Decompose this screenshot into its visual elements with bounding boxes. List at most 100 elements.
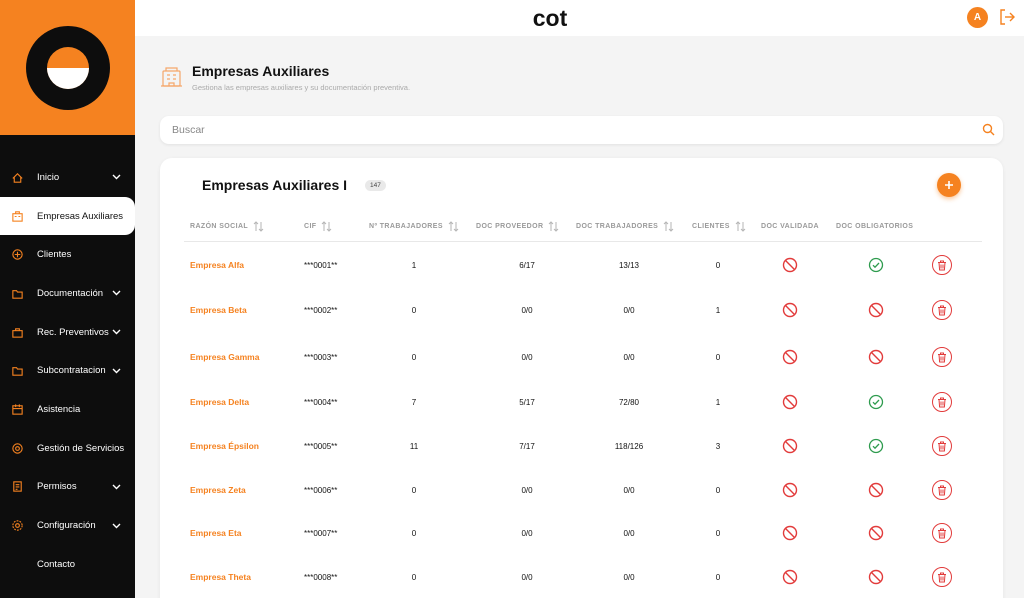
company-name-link[interactable]: Empresa Theta: [190, 555, 251, 598]
column-header[interactable]: Nº TRABAJADORES: [369, 218, 459, 234]
doc-proveedor-cell: 0/0: [521, 305, 533, 315]
search-icon[interactable]: [982, 123, 995, 136]
sidebar-item-configuración[interactable]: Configuración: [0, 506, 135, 545]
plus-icon: [945, 181, 953, 189]
company-name-link[interactable]: Empresa Gamma: [190, 335, 259, 379]
column-header[interactable]: CLIENTES: [692, 218, 746, 234]
folder-icon: [10, 364, 24, 378]
logout-icon[interactable]: [998, 8, 1016, 26]
cif-cell: ***0003**: [304, 352, 338, 362]
sidebar-item-gestión-de-servicios[interactable]: Gestión de Servicios: [0, 429, 135, 468]
doc-validada-status: [780, 555, 800, 598]
sort-icon[interactable]: [735, 220, 746, 232]
doc-obligatorios-status: [866, 511, 886, 555]
trash-icon: [938, 572, 946, 582]
sort-icon[interactable]: [448, 220, 459, 232]
delete-button[interactable]: [932, 567, 952, 587]
sidebar-item-clientes[interactable]: Clientes: [0, 235, 135, 274]
sidebar-item-rec-preventivos[interactable]: Rec. Preventivos: [0, 313, 135, 352]
sort-icon[interactable]: [253, 220, 264, 232]
table-row[interactable]: Empresa Épsilon ***0005** 11 7/17 118/126 3: [184, 424, 982, 468]
workers-cell: 7: [411, 397, 417, 407]
company-name-link[interactable]: Empresa Zeta: [190, 468, 246, 512]
company-name-link[interactable]: Empresa Beta: [190, 288, 247, 332]
workers-cell: 11: [409, 441, 419, 451]
sidebar-logo-area: [0, 0, 135, 135]
sidebar-item-asistencia[interactable]: Asistencia: [0, 390, 135, 429]
page-subtitle: Gestiona las empresas auxiliares y su do…: [192, 83, 411, 92]
cif-cell: ***0007**: [304, 528, 338, 538]
delete-button[interactable]: [932, 392, 952, 412]
column-header[interactable]: CIF: [304, 218, 332, 234]
company-name-link[interactable]: Empresa Delta: [190, 380, 249, 424]
chevron-down-icon[interactable]: [109, 174, 123, 180]
table-row[interactable]: Empresa Gamma ***0003** 0 0/0 0/0 0: [184, 335, 982, 379]
services-icon: [10, 441, 24, 455]
table-row[interactable]: Empresa Theta ***0008** 0 0/0 0/0 0: [184, 555, 982, 598]
delete-button[interactable]: [932, 436, 952, 456]
check-circle-icon: [868, 438, 884, 454]
trash-icon: [938, 441, 946, 451]
sort-icon[interactable]: [548, 220, 559, 232]
doc-validada-status: [780, 380, 800, 424]
search-input[interactable]: [160, 116, 940, 144]
company-name-link[interactable]: Empresa Alfa: [190, 243, 244, 287]
sort-icon[interactable]: [663, 220, 674, 232]
add-company-button[interactable]: [937, 173, 961, 197]
chevron-down-icon[interactable]: [109, 484, 123, 490]
forbidden-icon: [782, 349, 798, 365]
chevron-down-icon[interactable]: [109, 329, 123, 335]
doc-validada-status: [780, 288, 800, 332]
delete-button[interactable]: [932, 523, 952, 543]
sidebar-item-permisos[interactable]: Permisos: [0, 468, 135, 507]
sidebar-item-contacto[interactable]: Contacto: [0, 545, 135, 584]
doc-proveedor-cell: 0/0: [521, 352, 533, 362]
table-row[interactable]: Empresa Beta ***0002** 0 0/0 0/0 1: [184, 288, 982, 332]
sort-icon[interactable]: [321, 220, 332, 232]
trash-icon: [938, 485, 946, 495]
sidebar-item-documentación[interactable]: Documentación: [0, 274, 135, 313]
delete-button[interactable]: [932, 480, 952, 500]
trash-icon: [938, 260, 946, 270]
doc-validada-status: [780, 243, 800, 287]
table-row[interactable]: Empresa Alfa ***0001** 1 6/17 13/13 0: [184, 243, 982, 287]
sidebar-item-empresas-auxiliares[interactable]: Empresas Auxiliares: [0, 196, 135, 236]
doc-obligatorios-status: [866, 335, 886, 379]
delete-button[interactable]: [932, 255, 952, 275]
chevron-down-icon[interactable]: [109, 523, 123, 529]
table-row[interactable]: Empresa Delta ***0004** 7 5/17 72/80 1: [184, 380, 982, 424]
delete-button[interactable]: [932, 300, 952, 320]
cif-cell: ***0006**: [304, 485, 338, 495]
sidebar-item-subcontratacion[interactable]: Subcontratacion: [0, 351, 135, 390]
column-header[interactable]: DOC PROVEEDOR: [476, 218, 559, 234]
company-name-link[interactable]: Empresa Épsilon: [190, 424, 259, 468]
company-name-link[interactable]: Empresa Eta: [190, 511, 242, 555]
sidebar-item-label: Asistencia: [37, 403, 81, 415]
clients-cell: 1: [715, 305, 721, 315]
cif-cell: ***0001**: [304, 260, 338, 270]
column-header: DOC VALIDADA: [761, 222, 819, 230]
gear-icon: [10, 519, 24, 533]
table-row[interactable]: Empresa Eta ***0007** 0 0/0 0/0 0: [184, 511, 982, 555]
page-title: Empresas Auxiliares: [192, 63, 330, 79]
clients-cell: 0: [715, 352, 721, 362]
forbidden-icon: [782, 394, 798, 410]
doc-proveedor-cell: 6/17: [519, 260, 535, 270]
column-header[interactable]: DOC TRABAJADORES: [576, 218, 674, 234]
sidebar-item-label: Clientes: [37, 249, 72, 261]
clients-cell: 0: [715, 260, 721, 270]
logo-mark-icon: [46, 46, 89, 89]
forbidden-icon: [782, 302, 798, 318]
doc-validada-status: [780, 424, 800, 468]
table-row[interactable]: Empresa Zeta ***0006** 0 0/0 0/0 0: [184, 468, 982, 512]
doc-trabajadores-cell: 13/13: [618, 260, 640, 270]
column-header[interactable]: RAZÓN SOCIAL: [190, 218, 264, 234]
delete-button[interactable]: [932, 347, 952, 367]
sidebar-nav: Inicio Empresas Auxiliares Clientes Documen…: [0, 158, 135, 584]
chevron-down-icon[interactable]: [109, 290, 123, 296]
chevron-down-icon[interactable]: [109, 368, 123, 374]
sidebar-item-inicio[interactable]: Inicio: [0, 158, 135, 197]
doc-trabajadores-cell: 118/126: [614, 441, 644, 451]
trash-icon: [938, 397, 946, 407]
avatar[interactable]: A: [967, 7, 988, 28]
